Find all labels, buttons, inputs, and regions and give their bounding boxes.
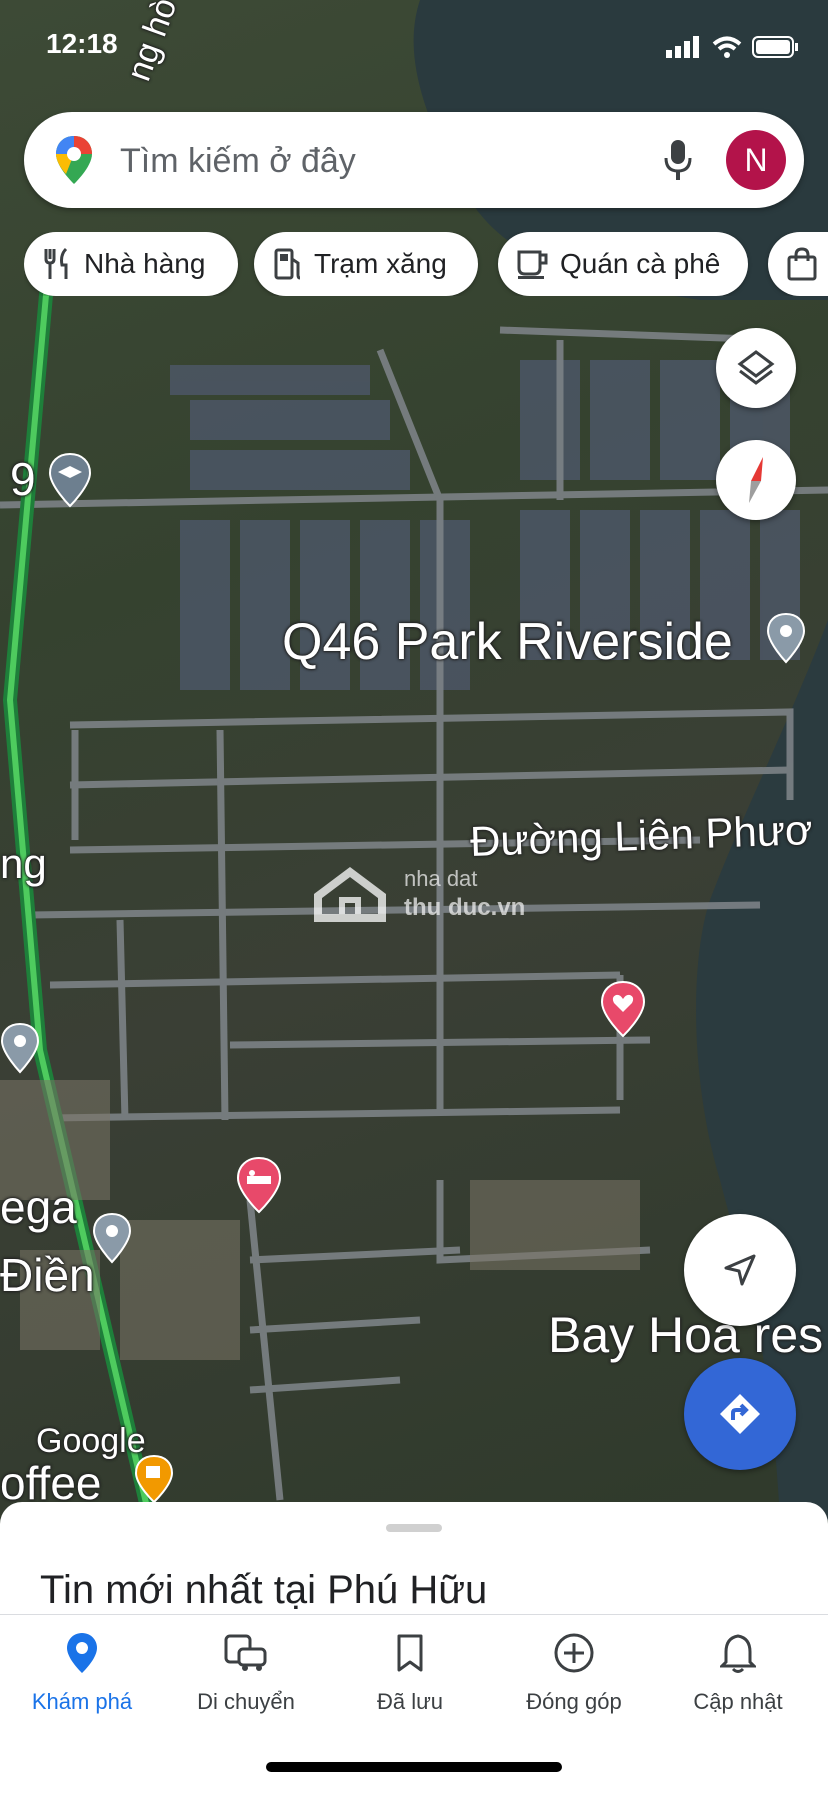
compass-button[interactable]	[716, 440, 796, 520]
place-pin-icon[interactable]	[0, 1022, 40, 1074]
compass-icon	[749, 457, 763, 503]
map-label: ega	[0, 1181, 77, 1233]
place-label-park[interactable]: Q46 Park Riverside	[282, 612, 733, 672]
gas-station-icon	[274, 248, 301, 280]
maps-logo-icon	[56, 136, 92, 184]
sheet-title: Tin mới nhất tại Phú Hữu	[40, 1568, 488, 1612]
category-chips: Nhà hàng Trạm xăng Quán cà phê	[24, 232, 828, 296]
avatar[interactable]: N	[726, 130, 786, 190]
status-time: 12:18	[46, 28, 118, 59]
commute-icon	[224, 1634, 267, 1671]
wifi-icon	[712, 36, 742, 58]
signal-icon	[666, 36, 699, 58]
layers-button[interactable]	[716, 328, 796, 408]
directions-button[interactable]	[684, 1358, 796, 1470]
chip-label: Nhà hàng	[84, 248, 206, 279]
bottom-sheet[interactable]: Tin mới nhất tại Phú Hữu	[0, 1502, 828, 1622]
explore-pin-icon	[67, 1633, 97, 1673]
nav-label: Đóng góp	[526, 1689, 622, 1714]
satellite-map[interactable]: 12:18 Tìm kiếm ở đây N Nhà hàng Trạm xăn…	[0, 0, 828, 1520]
map-label: 9	[10, 453, 36, 505]
nav-label: Di chuyển	[197, 1689, 295, 1714]
search-input[interactable]: Tìm kiếm ở đây	[120, 142, 356, 181]
school-pin-icon[interactable]	[48, 452, 92, 508]
site-watermark: nha dat thu duc.vn	[312, 866, 525, 927]
layers-icon	[737, 350, 775, 385]
nav-updates[interactable]: Cập nhật	[656, 1627, 820, 1715]
nav-explore[interactable]: Khám phá	[0, 1627, 164, 1715]
restaurant-icon	[44, 247, 68, 279]
watermark-text-top: nha dat	[404, 866, 478, 891]
navigation-arrow-icon	[724, 1254, 756, 1286]
nav-label: Khám phá	[31, 1689, 133, 1714]
nav-commute[interactable]: Di chuyển	[164, 1627, 328, 1715]
add-circle-icon	[554, 1633, 594, 1673]
home-indicator	[266, 1762, 562, 1772]
microphone-icon[interactable]	[664, 138, 692, 182]
place-pin-icon[interactable]	[766, 612, 806, 664]
bell-icon	[720, 1634, 756, 1673]
chip-gas-stations[interactable]: Trạm xăng	[254, 232, 478, 296]
directions-icon	[720, 1394, 760, 1434]
cafe-pin-icon[interactable]	[134, 1454, 174, 1504]
nav-label: Đã lưu	[376, 1689, 444, 1714]
nav-contribute[interactable]: Đóng góp	[492, 1627, 656, 1715]
place-label-resort[interactable]: Bay Hoa res	[548, 1306, 823, 1364]
map-label: Điền	[0, 1249, 95, 1301]
search-bar[interactable]: Tìm kiếm ở đây N	[24, 112, 804, 208]
status-icons	[666, 36, 800, 58]
place-pin-icon[interactable]	[92, 1212, 132, 1264]
heart-pin-icon[interactable]	[600, 980, 646, 1038]
map-label: ng	[0, 840, 47, 887]
coffee-icon	[517, 250, 548, 279]
nav-saved[interactable]: Đã lưu	[328, 1627, 492, 1715]
chip-shopping[interactable]	[768, 232, 828, 296]
watermark-text-bottom: thu duc.vn	[404, 894, 526, 921]
shopping-bag-icon	[787, 247, 817, 281]
chip-label: Quán cà phê	[560, 248, 721, 279]
bookmark-icon	[397, 1634, 423, 1672]
my-location-button[interactable]	[684, 1214, 796, 1326]
nav-label: Cập nhật	[693, 1689, 783, 1714]
house-logo-icon	[314, 867, 386, 922]
chip-label: Trạm xăng	[314, 248, 447, 279]
sheet-handle[interactable]	[386, 1524, 442, 1532]
chip-restaurants[interactable]: Nhà hàng	[24, 232, 238, 296]
chip-coffee[interactable]: Quán cà phê	[498, 232, 748, 296]
battery-icon	[752, 36, 798, 58]
hotel-pin-icon[interactable]	[236, 1156, 282, 1214]
